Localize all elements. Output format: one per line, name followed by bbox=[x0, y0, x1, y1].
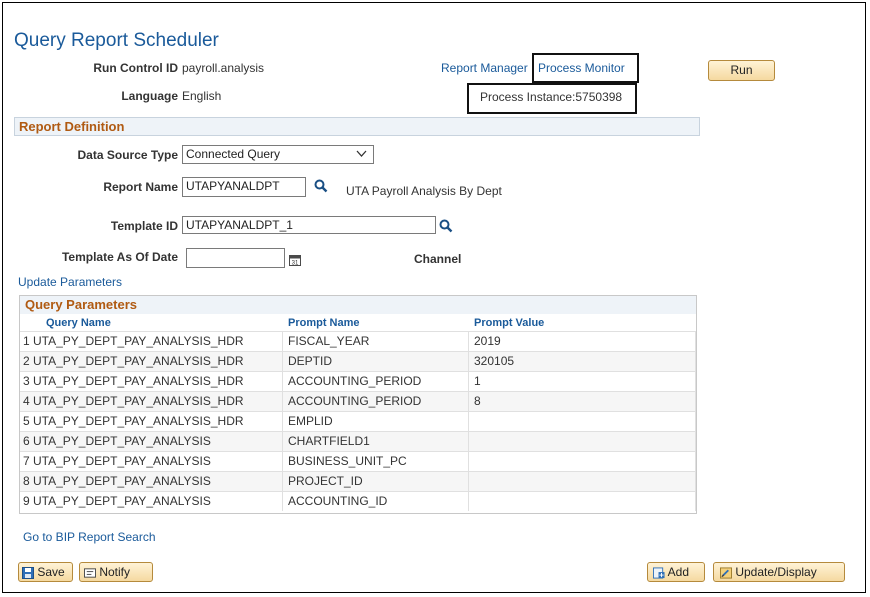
prompt-value-cell: 320105 bbox=[469, 352, 696, 371]
prompt-value-cell bbox=[469, 452, 696, 471]
update-display-button[interactable]: Update/Display bbox=[713, 562, 845, 582]
prompt-name-cell: BUSINESS_UNIT_PC bbox=[283, 452, 469, 471]
bip-report-search-link[interactable]: Go to BIP Report Search bbox=[23, 530, 156, 544]
add-label: Add bbox=[667, 565, 690, 579]
query-parameters-grid: Query Parameters Query Name Prompt Name … bbox=[19, 295, 697, 514]
data-source-select[interactable]: Connected Query bbox=[182, 145, 374, 164]
process-monitor-link[interactable]: Process Monitor bbox=[538, 61, 625, 75]
table-row: 5 UTA_PY_DEPT_PAY_ANALYSIS_HDR EMPLID bbox=[20, 411, 696, 431]
query-name-cell: 9 UTA_PY_DEPT_PAY_ANALYSIS bbox=[20, 492, 283, 511]
notify-button[interactable]: Notify bbox=[79, 562, 153, 582]
template-search-icon[interactable] bbox=[439, 219, 453, 233]
table-row: 1 UTA_PY_DEPT_PAY_ANALYSIS_HDR FISCAL_YEA… bbox=[20, 331, 696, 351]
report-description: UTA Payroll Analysis By Dept bbox=[346, 184, 502, 198]
query-name-cell: 4 UTA_PY_DEPT_PAY_ANALYSIS_HDR bbox=[20, 392, 283, 411]
prompt-value-cell: 1 bbox=[469, 372, 696, 391]
prompt-name-cell: ACCOUNTING_ID bbox=[283, 492, 469, 511]
run-control-label: Run Control ID bbox=[93, 61, 178, 75]
prompt-name-cell: PROJECT_ID bbox=[283, 472, 469, 491]
query-parameters-header: Query Parameters bbox=[20, 296, 696, 314]
column-header-prompt-value: Prompt Value bbox=[474, 317, 545, 329]
save-label: Save bbox=[37, 565, 65, 579]
report-definition-header: Report Definition bbox=[14, 117, 700, 136]
prompt-name-cell: FISCAL_YEAR bbox=[283, 332, 469, 351]
prompt-value-cell bbox=[469, 412, 696, 431]
template-date-input[interactable] bbox=[186, 248, 285, 268]
table-row: 7 UTA_PY_DEPT_PAY_ANALYSIS BUSINESS_UNIT_… bbox=[20, 451, 696, 471]
report-name-input[interactable]: UTAPYANALDPT bbox=[182, 177, 306, 197]
query-name-cell: 3 UTA_PY_DEPT_PAY_ANALYSIS_HDR bbox=[20, 372, 283, 391]
template-date-label: Template As Of Date bbox=[61, 250, 178, 264]
table-row: 2 UTA_PY_DEPT_PAY_ANALYSIS_HDR DEPTID 3201… bbox=[20, 351, 696, 371]
query-name-cell: 6 UTA_PY_DEPT_PAY_ANALYSIS bbox=[20, 432, 283, 451]
language-value: English bbox=[182, 89, 222, 103]
update-display-label: Update/Display bbox=[735, 565, 817, 579]
prompt-value-cell: 8 bbox=[469, 392, 696, 411]
add-icon bbox=[653, 567, 665, 579]
prompt-name-cell: CHARTFIELD1 bbox=[283, 432, 469, 451]
prompt-value-cell: 2019 bbox=[469, 332, 696, 351]
data-source-value: Connected Query bbox=[186, 147, 281, 161]
svg-text:31: 31 bbox=[292, 261, 299, 267]
update-display-icon bbox=[720, 567, 732, 579]
table-row: 3 UTA_PY_DEPT_PAY_ANALYSIS_HDR ACCOUNTING… bbox=[20, 371, 696, 391]
column-header-query-name: Query Name bbox=[46, 317, 111, 329]
prompt-name-cell: EMPLID bbox=[283, 412, 469, 431]
template-id-input[interactable]: UTAPYANALDPT_1 bbox=[182, 216, 436, 234]
template-id-label: Template ID bbox=[110, 219, 178, 233]
table-row: 4 UTA_PY_DEPT_PAY_ANALYSIS_HDR ACCOUNTING… bbox=[20, 391, 696, 411]
notify-icon bbox=[84, 568, 96, 578]
report-name-label: Report Name bbox=[103, 180, 178, 194]
language-label: Language bbox=[121, 89, 178, 103]
query-name-cell: 8 UTA_PY_DEPT_PAY_ANALYSIS bbox=[20, 472, 283, 491]
add-button[interactable]: Add bbox=[647, 562, 705, 582]
query-name-cell: 2 UTA_PY_DEPT_PAY_ANALYSIS_HDR bbox=[20, 352, 283, 371]
report-manager-link[interactable]: Report Manager bbox=[441, 61, 528, 75]
table-row: 6 UTA_PY_DEPT_PAY_ANALYSIS CHARTFIELD1 bbox=[20, 431, 696, 451]
notify-label: Notify bbox=[99, 565, 131, 579]
page-title: Query Report Scheduler bbox=[14, 30, 219, 51]
query-name-cell: 1 UTA_PY_DEPT_PAY_ANALYSIS_HDR bbox=[20, 332, 283, 351]
query-name-cell: 5 UTA_PY_DEPT_PAY_ANALYSIS_HDR bbox=[20, 412, 283, 431]
prompt-name-cell: ACCOUNTING_PERIOD bbox=[283, 392, 469, 411]
search-icon[interactable] bbox=[314, 179, 328, 193]
process-instance: Process Instance:5750398 bbox=[480, 90, 623, 104]
table-row: 9 UTA_PY_DEPT_PAY_ANALYSIS ACCOUNTING_ID bbox=[20, 491, 696, 511]
save-icon bbox=[22, 566, 34, 579]
calendar-icon[interactable]: 31 bbox=[289, 254, 301, 266]
prompt-value-cell bbox=[469, 472, 696, 491]
prompt-name-cell: DEPTID bbox=[283, 352, 469, 371]
column-header-prompt-name: Prompt Name bbox=[288, 317, 360, 329]
query-name-cell: 7 UTA_PY_DEPT_PAY_ANALYSIS bbox=[20, 452, 283, 471]
update-parameters-link[interactable]: Update Parameters bbox=[18, 275, 122, 289]
prompt-name-cell: ACCOUNTING_PERIOD bbox=[283, 372, 469, 391]
run-button[interactable]: Run bbox=[708, 60, 775, 81]
run-control-value: payroll.analysis bbox=[182, 61, 265, 75]
chevron-down-icon bbox=[356, 150, 367, 157]
channel-label: Channel bbox=[414, 252, 462, 266]
data-source-label: Data Source Type bbox=[77, 148, 178, 162]
save-button[interactable]: Save bbox=[18, 562, 73, 582]
table-row: 8 UTA_PY_DEPT_PAY_ANALYSIS PROJECT_ID bbox=[20, 471, 696, 491]
prompt-value-cell bbox=[469, 432, 696, 451]
prompt-value-cell bbox=[469, 492, 696, 511]
